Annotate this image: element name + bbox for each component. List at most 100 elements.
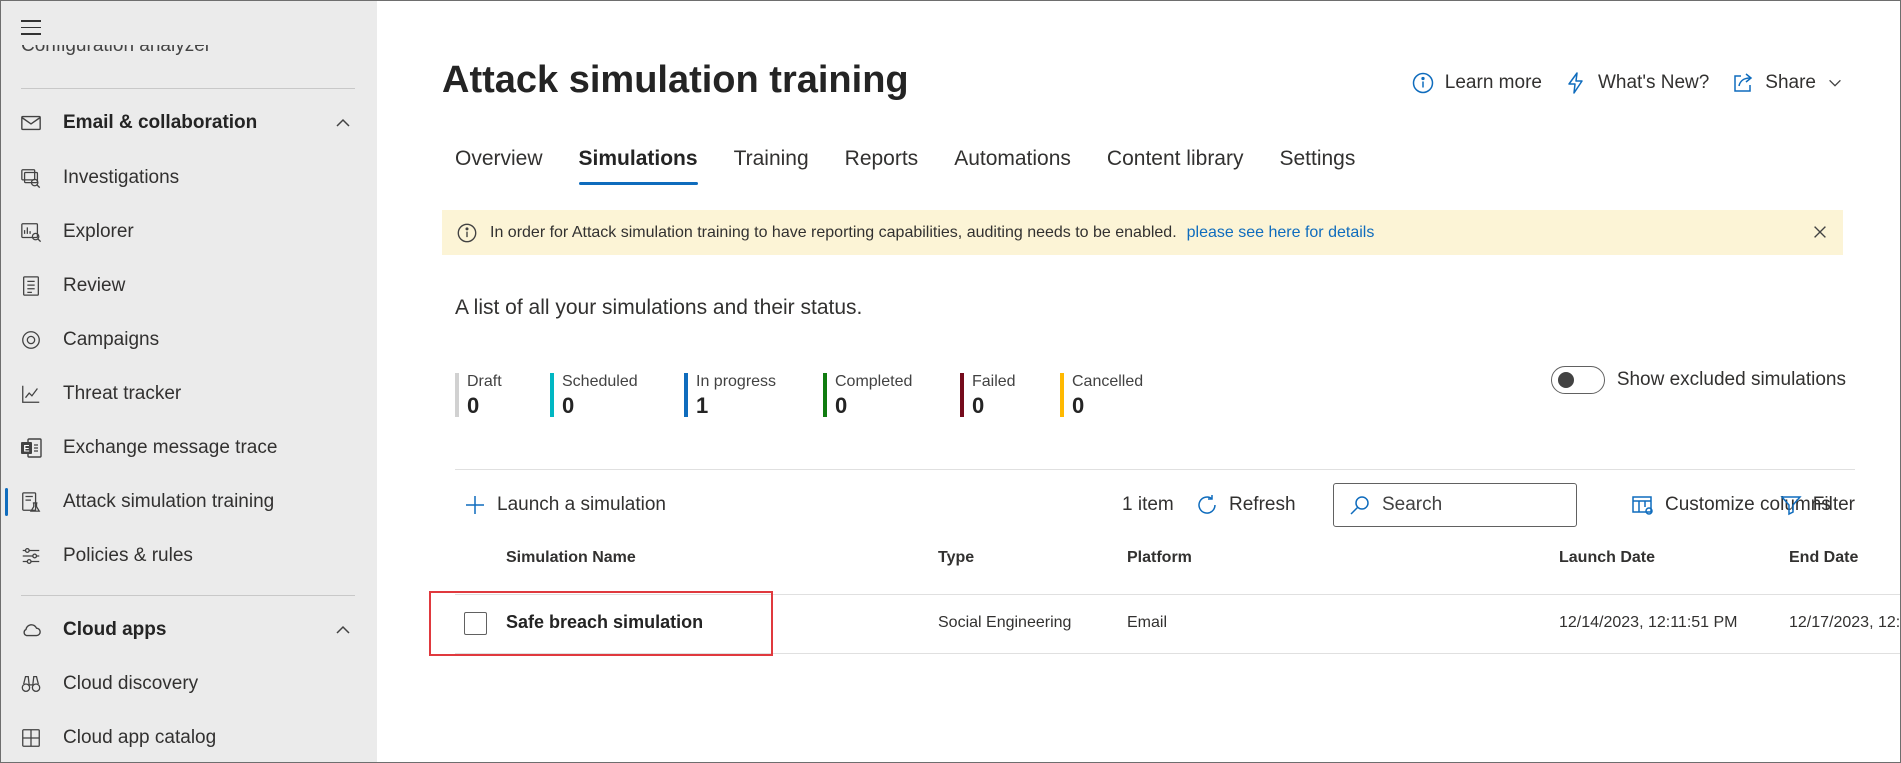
- status-count: 0: [972, 393, 985, 418]
- learn-more-label: Learn more: [1444, 72, 1542, 93]
- policies-icon: [19, 544, 43, 568]
- sidebar-item-label: Cloud discovery: [63, 673, 199, 694]
- sidebar-item-label: Explorer: [63, 221, 134, 242]
- info-icon: [1412, 72, 1434, 94]
- sidebar-item-exchange-message-trace[interactable]: E Exchange message trace: [1, 421, 377, 475]
- binoculars-icon: [19, 672, 43, 696]
- tab-settings[interactable]: Settings: [1279, 147, 1355, 185]
- whats-new-label: What's New?: [1597, 72, 1710, 93]
- sidebar-item-explorer[interactable]: Explorer: [1, 205, 377, 259]
- sidebar-item-partial[interactable]: Configuration analyzer: [21, 45, 341, 59]
- status-cancelled[interactable]: Cancelled 0: [1060, 373, 1180, 418]
- threat-tracker-icon: [19, 382, 43, 406]
- hamburger-menu-icon[interactable]: [21, 20, 43, 36]
- chevron-up-icon: [336, 625, 350, 634]
- sidebar-divider: [21, 88, 355, 89]
- status-completed[interactable]: Completed 0: [823, 373, 960, 418]
- refresh-icon: [1198, 495, 1216, 514]
- chevron-down-icon: [1829, 79, 1841, 87]
- status-in-progress[interactable]: In progress 1: [684, 373, 823, 418]
- toggle-switch[interactable]: [1550, 366, 1605, 394]
- sidebar-divider: [21, 595, 355, 596]
- close-icon[interactable]: [1811, 223, 1829, 241]
- sidebar-item-label: Review: [63, 275, 126, 296]
- end-date-cell: 12/17/2023, 12:11:51 PM: [1789, 614, 1901, 631]
- svg-text:E: E: [24, 444, 30, 454]
- tab-simulations[interactable]: Simulations: [578, 147, 698, 185]
- highlight-box: [429, 591, 773, 656]
- status-color-bar: [455, 373, 459, 417]
- campaigns-icon: [19, 328, 43, 352]
- share-button[interactable]: Share: [1731, 71, 1844, 95]
- sidebar-item-label: Exchange message trace: [63, 437, 278, 458]
- show-excluded-toggle[interactable]: Show excluded simulations: [1550, 366, 1846, 394]
- sidebar-item-threat-tracker[interactable]: Threat tracker: [1, 367, 377, 421]
- launch-simulation-label: Launch a simulation: [497, 494, 666, 515]
- sidebar-item-campaigns[interactable]: Campaigns: [1, 313, 377, 367]
- item-count: 1 item: [1122, 494, 1174, 515]
- whats-new-button[interactable]: What's New?: [1564, 71, 1709, 95]
- share-icon: [1734, 73, 1753, 92]
- sidebar-item-investigations[interactable]: Investigations: [1, 151, 377, 205]
- tab-content-library[interactable]: Content library: [1107, 147, 1244, 185]
- status-draft[interactable]: Draft 0: [455, 373, 550, 418]
- search-input[interactable]: [1382, 494, 1562, 516]
- filter-label: Filter: [1812, 494, 1855, 515]
- toggle-label: Show excluded simulations: [1616, 369, 1846, 390]
- sidebar-section-cloud-apps[interactable]: Cloud apps: [1, 603, 377, 657]
- sidebar-section-label: Email & collaboration: [63, 112, 258, 133]
- column-header-launch-date[interactable]: Launch Date: [1559, 549, 1655, 567]
- status-count: 0: [835, 393, 848, 418]
- info-icon: [457, 223, 477, 242]
- customize-columns-icon: [1632, 496, 1653, 515]
- tab-training[interactable]: Training: [734, 147, 809, 185]
- type-cell: Social Engineering: [938, 614, 1072, 631]
- sidebar-item-label: Threat tracker: [63, 383, 182, 404]
- status-failed[interactable]: Failed 0: [960, 373, 1060, 418]
- column-header-type[interactable]: Type: [938, 549, 974, 567]
- banner-details-link[interactable]: please see here for details: [1187, 224, 1375, 242]
- status-label: Cancelled: [1072, 373, 1144, 390]
- chevron-up-icon: [336, 118, 350, 127]
- status-count: 0: [562, 393, 575, 418]
- filter-icon: [1780, 496, 1802, 516]
- auditing-warning-banner: In order for Attack simulation training …: [442, 210, 1843, 255]
- search-icon: [1350, 496, 1369, 515]
- refresh-label: Refresh: [1229, 494, 1296, 515]
- sidebar-section-email-collaboration[interactable]: Email & collaboration: [1, 96, 377, 150]
- status-color-bar: [550, 373, 554, 417]
- column-header-end-date[interactable]: End Date: [1789, 549, 1858, 567]
- status-scheduled[interactable]: Scheduled 0: [550, 373, 684, 418]
- launch-simulation-button[interactable]: Launch a simulation: [463, 481, 666, 529]
- sidebar-item-policies-rules[interactable]: Policies & rules: [1, 529, 377, 583]
- page-title: Attack simulation training: [442, 59, 909, 101]
- learn-more-button[interactable]: Learn more: [1411, 71, 1542, 95]
- table-header: Simulation Name Type Platform Launch Dat…: [377, 549, 1900, 579]
- status-color-bar: [684, 373, 688, 417]
- column-header-simulation-name[interactable]: Simulation Name: [506, 549, 636, 567]
- banner-message: In order for Attack simulation training …: [490, 223, 1177, 241]
- status-count: 0: [1072, 393, 1085, 418]
- launch-date-cell: 12/14/2023, 12:11:51 PM: [1559, 614, 1738, 631]
- platform-cell: Email: [1127, 614, 1168, 631]
- status-count: 1: [696, 393, 709, 418]
- exchange-icon: E: [19, 436, 43, 460]
- review-icon: [19, 274, 43, 298]
- filter-button[interactable]: Filter: [1757, 481, 1855, 529]
- tab-automations[interactable]: Automations: [954, 147, 1071, 185]
- mail-icon: [19, 111, 43, 135]
- search-box[interactable]: [1333, 483, 1577, 527]
- tab-overview[interactable]: Overview: [455, 147, 543, 185]
- command-bar: Launch a simulation 1 item Refresh Custo…: [455, 481, 1855, 529]
- sidebar-item-review[interactable]: Review: [1, 259, 377, 313]
- sidebar-item-cloud-discovery[interactable]: Cloud discovery: [1, 657, 377, 711]
- share-label: Share: [1765, 72, 1816, 93]
- cloud-icon: [19, 618, 43, 642]
- sidebar-item-attack-simulation-training[interactable]: Attack simulation training: [1, 475, 377, 529]
- column-header-platform[interactable]: Platform: [1127, 549, 1192, 567]
- refresh-button[interactable]: Refresh: [1195, 481, 1296, 529]
- sidebar-item-cloud-app-catalog[interactable]: Cloud app catalog: [1, 711, 377, 762]
- tab-reports[interactable]: Reports: [845, 147, 919, 185]
- sidebar-item-label: Policies & rules: [63, 545, 193, 566]
- catalog-icon: [19, 726, 43, 750]
